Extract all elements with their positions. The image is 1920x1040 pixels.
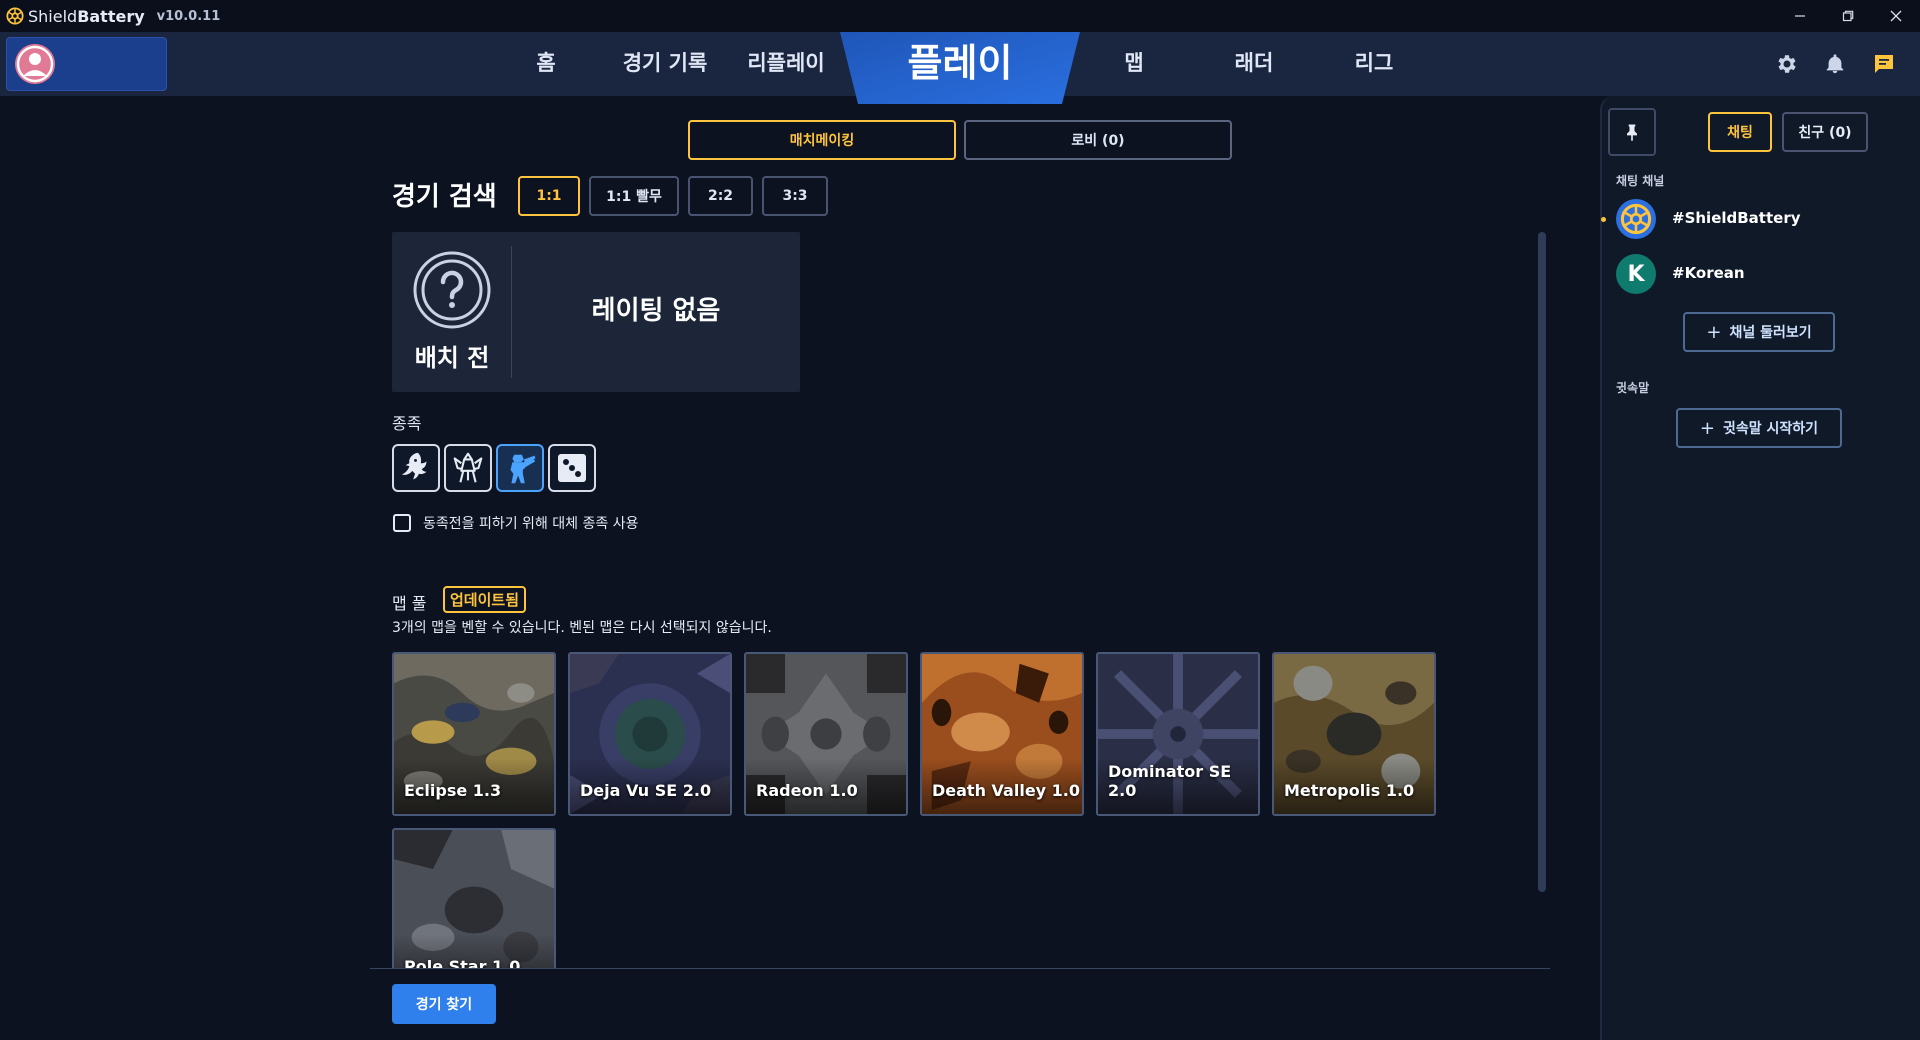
start-whisper-button[interactable]: + 귓속말 시작하기 [1676,408,1842,448]
bell-icon[interactable] [1821,50,1849,78]
plus-icon: + [1706,321,1722,343]
nav-maps[interactable]: 맵 [1112,32,1156,96]
page-title: 경기 검색 [392,182,497,212]
map-tile-radeon[interactable]: Radeon 1.0 [744,652,908,816]
plus-icon: + [1699,417,1716,439]
alternate-race-label: 동족전을 피하기 위해 대체 종족 사용 [423,516,639,532]
rating-value: 레이팅 없음 [591,296,721,326]
title-bar: ShieldBattery v10.0.11 [0,0,1920,32]
tab-lobby[interactable]: 로비 (0) [964,120,1232,160]
browse-channels-button[interactable]: + 채널 둘러보기 [1683,312,1835,352]
zerg-icon [401,452,427,480]
tab-friends[interactable]: 친구 (0) [1782,112,1868,152]
shieldbattery-logo-icon [6,7,24,25]
nav-home[interactable]: 홈 [520,32,572,96]
restore-icon[interactable] [1824,0,1872,32]
shieldbattery-logo-icon [1616,199,1656,239]
map-tile-dominator[interactable]: Dominator SE 2.0 [1096,652,1260,816]
race-protoss-button[interactable] [444,444,492,492]
unread-indicator [1601,217,1606,222]
map-name: Eclipse 1.3 [404,781,502,800]
chat-channels-heading: 채팅 채널 [1616,174,1665,188]
channel-shieldbattery[interactable]: #ShieldBattery [1616,197,1896,241]
channel-name: #ShieldBattery [1672,209,1801,227]
map-pool-grid: Eclipse 1.3 Deja Vu SE 2.0 Radeon 1.0 De… [392,650,1542,968]
random-icon [558,454,586,482]
footer-divider [370,968,1550,969]
nav-match-history[interactable]: 경기 기록 [615,32,715,96]
map-tile-eclipse[interactable]: Eclipse 1.3 [392,652,556,816]
nav-ladder[interactable]: 래더 [1226,32,1282,96]
protoss-icon [453,452,483,483]
updated-badge: 업데이트됨 [443,586,527,613]
tab-matchmaking[interactable]: 매치메이킹 [688,120,956,160]
gear-icon[interactable] [1773,50,1801,78]
map-name: Metropolis 1.0 [1284,781,1415,800]
start-whisper-label: 귓속말 시작하기 [1723,421,1819,437]
map-pool-description: 3개의 맵을 벤할 수 있습니다. 벤된 맵은 다시 선택되지 않습니다. [392,620,772,636]
mode-3v3[interactable]: 3:3 [762,176,828,216]
map-name: Dominator SE 2.0 [1108,762,1232,800]
map-tile-death-valley[interactable]: Death Valley 1.0 [920,652,1084,816]
tab-chat[interactable]: 채팅 [1708,112,1772,152]
find-match-button[interactable]: 경기 찾기 [392,984,496,1024]
whispers-heading: 귓속말 [1616,381,1650,395]
map-name: Death Valley 1.0 [932,781,1081,800]
pin-icon [1627,124,1637,142]
nav-league[interactable]: 리그 [1346,32,1402,96]
map-tile-metropolis[interactable]: Metropolis 1.0 [1272,652,1436,816]
mode-2v2[interactable]: 2:2 [688,176,753,216]
race-terran-button[interactable] [496,444,544,492]
nav-replays[interactable]: 리플레이 [738,32,834,96]
map-name: Pole Star 1.0 [404,957,521,968]
race-zerg-button[interactable] [392,444,440,492]
mode-1v1[interactable]: 1:1 [518,176,580,216]
minimize-icon[interactable] [1776,0,1824,32]
terran-icon [510,454,536,484]
chat-icon[interactable] [1870,50,1898,78]
race-label: 종족 [392,414,422,433]
rating-card: 배치 전 레이팅 없음 [392,232,800,392]
mode-1v1-fastest[interactable]: 1:1 빨무 [589,176,679,216]
unrated-question-icon [413,251,491,329]
map-name: Deja Vu SE 2.0 [580,781,712,800]
main-scrollbar-thumb[interactable] [1538,232,1546,892]
race-random-button[interactable] [548,444,596,492]
alternate-race-checkbox[interactable] [393,514,411,532]
rank-label: 배치 전 [414,344,490,372]
map-name: Radeon 1.0 [756,781,858,800]
user-profile-button[interactable] [6,37,167,91]
browse-channels-label: 채널 둘러보기 [1729,325,1812,341]
map-pool-label: 맵 풀 [392,594,427,613]
nav-play[interactable]: 플레이 [840,32,1080,96]
channel-avatar: K [1616,254,1656,294]
app-version: v10.0.11 [156,8,221,24]
channel-name: #Korean [1672,264,1745,282]
channel-korean[interactable]: K #Korean [1616,252,1896,296]
map-tile-deja-vu[interactable]: Deja Vu SE 2.0 [568,652,732,816]
app-name: ShieldBattery [28,6,145,26]
close-icon[interactable] [1872,0,1920,32]
map-tile-pole-star[interactable]: Pole Star 1.0 [392,828,556,968]
pin-sidebar-button[interactable] [1608,108,1656,156]
avatar [15,44,55,84]
